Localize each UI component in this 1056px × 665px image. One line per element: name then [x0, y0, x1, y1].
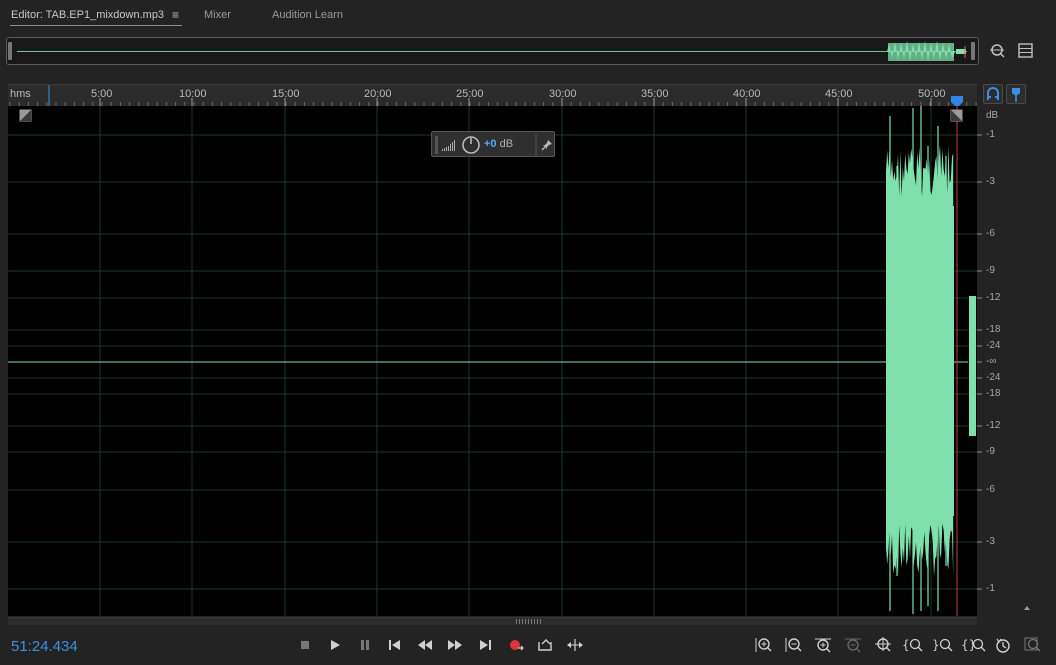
- zoom-out-time-icon: [845, 638, 861, 653]
- waveform-canvas: [8, 106, 977, 616]
- stop-button[interactable]: [293, 634, 317, 656]
- zoom-out-full-button[interactable]: [871, 634, 895, 656]
- ruler-tick-label: 50:00: [918, 88, 946, 100]
- scrollbar-grip[interactable]: [516, 619, 542, 624]
- fade-out-handle-icon[interactable]: [950, 109, 964, 123]
- waveform-display[interactable]: [8, 106, 977, 616]
- pin-icon[interactable]: [541, 139, 553, 151]
- skip-selection-icon: [567, 639, 583, 651]
- zoom-in-right-icon: {}: [961, 638, 986, 652]
- zoom-in-time-icon: [815, 638, 831, 653]
- tab-editor[interactable]: Editor: TAB.EP1_mixdown.mp3: [11, 9, 164, 21]
- zoom-in-amplitude-icon: [755, 638, 772, 652]
- overview-right-handle[interactable]: [971, 42, 975, 60]
- db-scale-ticks: [977, 134, 1030, 610]
- view-list-icon[interactable]: [1016, 41, 1036, 61]
- ruler-tick-label: 15:00: [272, 88, 300, 100]
- skip-selection-button[interactable]: [563, 634, 587, 656]
- ruler-tick-label: 35:00: [641, 88, 669, 100]
- zoom-in-time-button[interactable]: [811, 634, 835, 656]
- go-to-start-button[interactable]: [383, 634, 407, 656]
- zoom-out-amplitude-icon: [785, 638, 802, 652]
- overview-waveform: [887, 41, 966, 61]
- zoom-reset-icon: [1024, 637, 1041, 652]
- ruler-tick-label: 5:00: [91, 88, 113, 100]
- loop-icon: [538, 639, 552, 651]
- fast-forward-icon: [448, 640, 462, 650]
- svg-text:}: }: [932, 638, 940, 652]
- time-ruler[interactable]: hms 5:00 10:00 15:00 20:00 25:00 30:00 3…: [8, 84, 977, 108]
- record-icon: [510, 640, 524, 651]
- volume-readout: +0 dB: [484, 138, 513, 150]
- play-button[interactable]: [323, 634, 347, 656]
- snap-button[interactable]: [983, 84, 1003, 104]
- ruler-tick-label: 40:00: [733, 88, 761, 100]
- ruler-unit-label: hms: [10, 88, 31, 100]
- go-to-end-icon: [480, 640, 491, 650]
- zoom-to-time-icon[interactable]: [987, 41, 1007, 61]
- amplitude-scale[interactable]: dB -1 -3 -6 -9 -12 -18 -24 -∞ -24 -18 -1…: [977, 106, 1037, 616]
- fade-in-handle-icon[interactable]: [19, 109, 33, 123]
- zoom-in-point-button[interactable]: {: [901, 634, 925, 656]
- record-button[interactable]: [504, 634, 528, 656]
- play-icon: [331, 640, 340, 650]
- active-tab-indicator: [10, 25, 182, 26]
- panel-tab-bar: Editor: TAB.EP1_mixdown.mp3 ≡ Mixer Audi…: [0, 0, 1056, 30]
- history-icon: [996, 638, 1010, 653]
- overview-bar[interactable]: [6, 37, 979, 65]
- tab-audition-learn[interactable]: Audition Learn: [272, 9, 343, 21]
- rewind-button[interactable]: [413, 634, 437, 656]
- current-time-display[interactable]: 51:24.434: [11, 638, 78, 655]
- ruler-tick-label: 10:00: [179, 88, 207, 100]
- pause-button[interactable]: [353, 634, 377, 656]
- fast-forward-button[interactable]: [443, 634, 467, 656]
- zoom-out-amplitude-button[interactable]: [781, 634, 805, 656]
- panel-menu-icon[interactable]: ≡: [172, 8, 179, 22]
- zoom-in-amplitude-button[interactable]: [751, 634, 775, 656]
- tab-mixer[interactable]: Mixer: [204, 9, 231, 21]
- ruler-tick-label: 25:00: [456, 88, 484, 100]
- zoom-in-right-button[interactable]: {}: [960, 634, 988, 656]
- svg-text:{: {: [902, 638, 910, 652]
- volume-value: +0: [484, 138, 497, 150]
- zoom-out-full-icon: [875, 637, 891, 652]
- zoom-in-left-icon: }: [932, 638, 953, 652]
- zoom-in-left-button[interactable]: }: [931, 634, 955, 656]
- ruler-tick-label: 45:00: [825, 88, 853, 100]
- loop-button[interactable]: [533, 634, 557, 656]
- ruler-tick-label: 20:00: [364, 88, 392, 100]
- go-to-start-icon: [389, 640, 400, 650]
- go-to-end-button[interactable]: [473, 634, 497, 656]
- zoom-in-point-icon: {: [902, 638, 923, 652]
- ruler-tick-label: 30:00: [549, 88, 577, 100]
- horizontal-scrollbar[interactable]: [8, 617, 977, 625]
- pause-icon: [361, 640, 369, 650]
- volume-hud[interactable]: +0 dB: [431, 131, 555, 157]
- rewind-icon: [418, 640, 432, 650]
- history-button[interactable]: [991, 634, 1015, 656]
- zoom-out-time-button[interactable]: [841, 634, 865, 656]
- stop-icon: [301, 641, 309, 649]
- zoom-reset-button[interactable]: [1021, 634, 1045, 656]
- volume-unit: dB: [496, 138, 514, 150]
- marker-button[interactable]: [1006, 84, 1026, 104]
